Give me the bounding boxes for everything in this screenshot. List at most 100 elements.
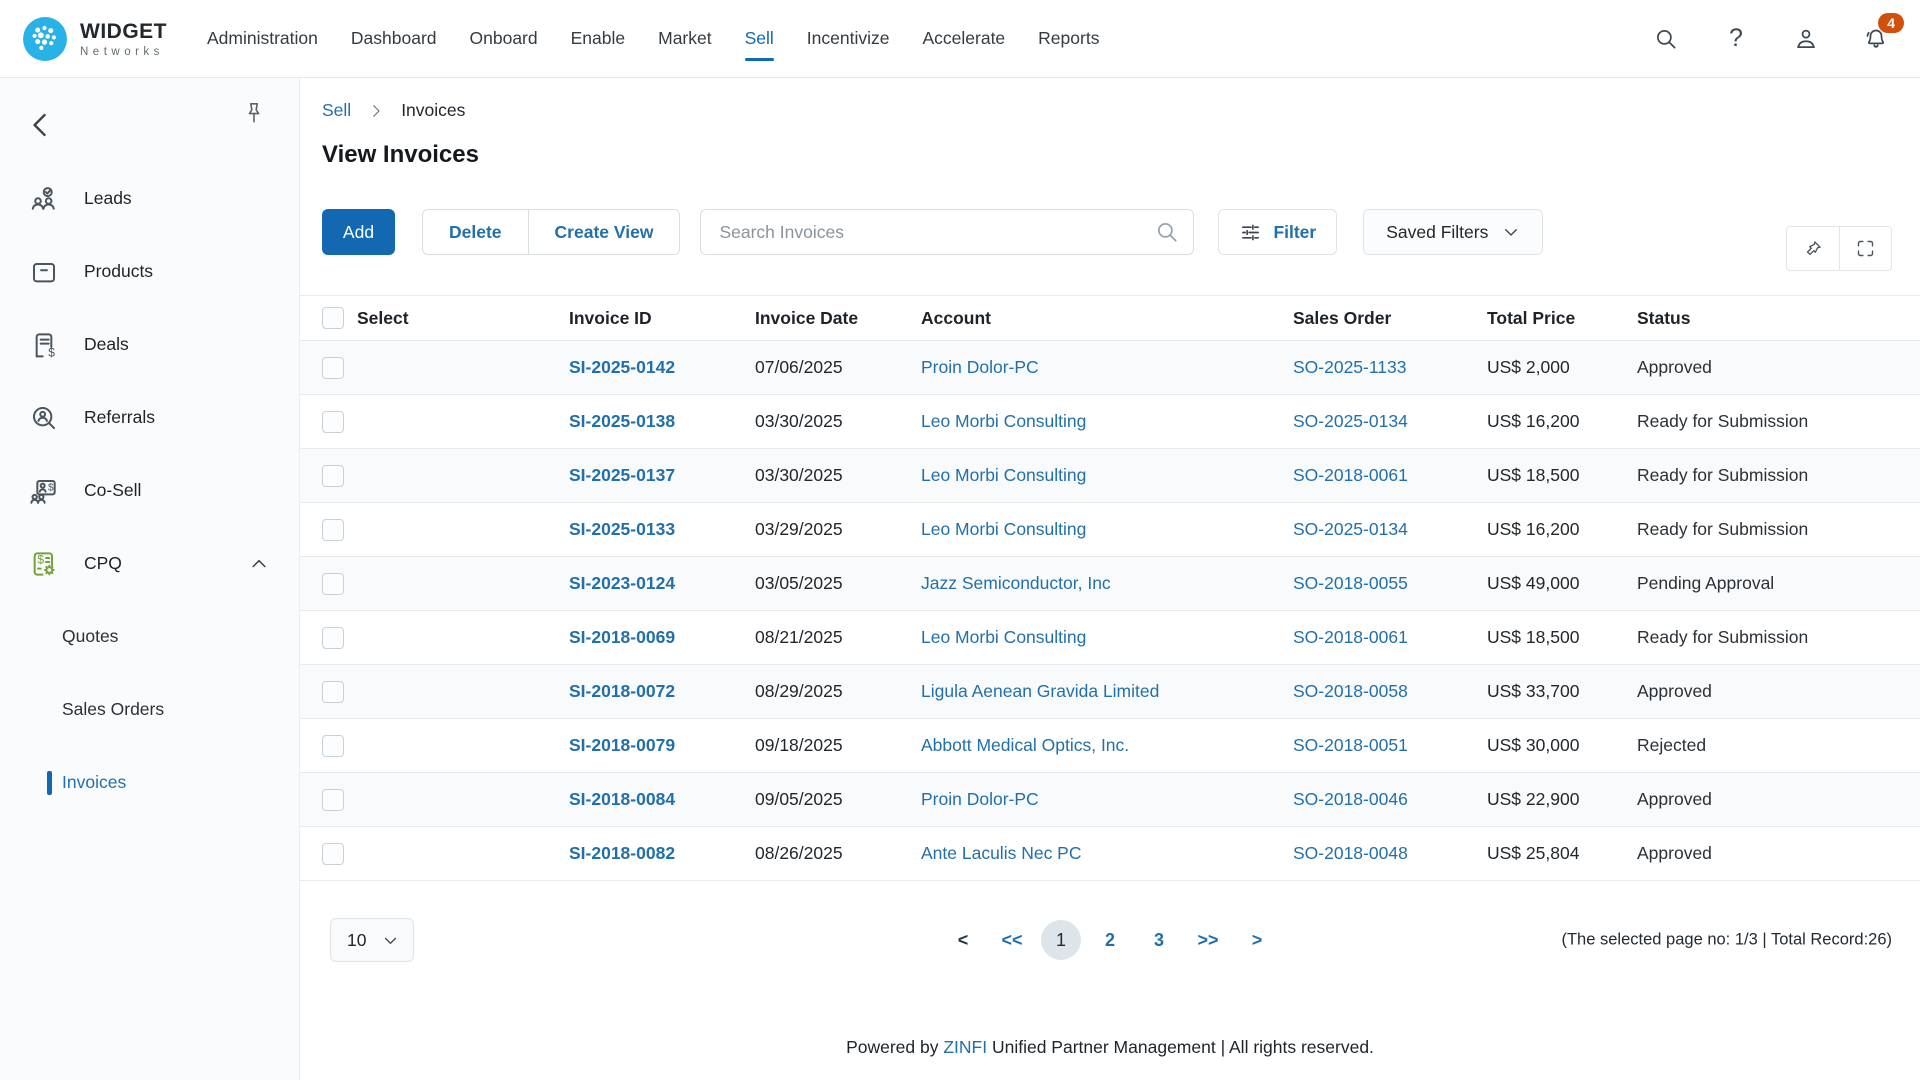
sidebar-item-products[interactable]: Products — [0, 235, 299, 308]
breadcrumb-parent[interactable]: Sell — [322, 100, 351, 121]
sidebar-subitem-quotes[interactable]: Quotes — [0, 600, 299, 673]
pager-button-last[interactable]: >> — [1188, 920, 1228, 960]
row-checkbox[interactable] — [322, 519, 344, 541]
cpq-icon: $ — [28, 548, 60, 580]
saved-filters-dropdown[interactable]: Saved Filters — [1363, 209, 1543, 255]
sales-order-link[interactable]: SO-2018-0058 — [1293, 681, 1408, 701]
invoices-table: Select Invoice ID Invoice Date Account S… — [300, 295, 1920, 881]
status: Ready for Submission — [1637, 627, 1920, 648]
pager-button-page-2[interactable]: 2 — [1090, 920, 1130, 960]
sales-order-link[interactable]: SO-2025-1133 — [1293, 357, 1407, 377]
invoice-id-link[interactable]: SI-2018-0082 — [569, 843, 675, 863]
invoice-id-link[interactable]: SI-2025-0142 — [569, 357, 675, 377]
pager-button-page-3[interactable]: 3 — [1139, 920, 1179, 960]
invoice-id-link[interactable]: SI-2018-0069 — [569, 627, 675, 647]
nav-item-dashboard[interactable]: Dashboard — [351, 22, 437, 55]
search-icon[interactable] — [1652, 25, 1680, 53]
nav-item-accelerate[interactable]: Accelerate — [922, 22, 1005, 55]
pagination: 10 <<<123>>> (The selected page no: 1/3 … — [300, 917, 1920, 963]
total-price: US$ 2,000 — [1487, 357, 1637, 378]
nav-item-onboard[interactable]: Onboard — [470, 22, 538, 55]
sidebar-subitem-invoices[interactable]: Invoices — [0, 746, 299, 819]
row-checkbox[interactable] — [322, 735, 344, 757]
nav-item-reports[interactable]: Reports — [1038, 22, 1099, 55]
pager-button-first[interactable]: << — [992, 920, 1032, 960]
help-icon[interactable]: ? — [1722, 25, 1750, 53]
sales-order-link[interactable]: SO-2025-0134 — [1293, 519, 1408, 539]
search-input-icon[interactable] — [1154, 219, 1180, 245]
sales-order-link[interactable]: SO-2025-0134 — [1293, 411, 1408, 431]
row-checkbox[interactable] — [322, 681, 344, 703]
nav-item-enable[interactable]: Enable — [571, 22, 626, 55]
row-checkbox[interactable] — [322, 573, 344, 595]
sidebar: Leads Products $ Deals Referrals $ Co-Se… — [0, 78, 300, 1080]
sidebar-item-cpq[interactable]: $ CPQ — [0, 527, 299, 600]
sales-order-link[interactable]: SO-2018-0048 — [1293, 843, 1408, 863]
invoice-id-link[interactable]: SI-2025-0133 — [569, 519, 675, 539]
sales-order-link[interactable]: SO-2018-0055 — [1293, 573, 1408, 593]
account-link[interactable]: Jazz Semiconductor, Inc — [921, 573, 1111, 593]
column-invoice-id: Invoice ID — [569, 308, 755, 329]
invoice-id-link[interactable]: SI-2025-0138 — [569, 411, 675, 431]
footer-zinfi-link[interactable]: ZINFI — [943, 1037, 987, 1057]
status: Pending Approval — [1637, 573, 1920, 594]
account-link[interactable]: Leo Morbi Consulting — [921, 627, 1086, 647]
svg-text:$: $ — [37, 552, 44, 566]
pager-button-prev[interactable]: < — [943, 920, 983, 960]
account-link[interactable]: Ligula Aenean Gravida Limited — [921, 681, 1159, 701]
sidebar-item-referrals[interactable]: Referrals — [0, 381, 299, 454]
row-checkbox[interactable] — [322, 789, 344, 811]
invoice-id-link[interactable]: SI-2018-0079 — [569, 735, 675, 755]
row-checkbox[interactable] — [322, 411, 344, 433]
sales-order-link[interactable]: SO-2018-0046 — [1293, 789, 1408, 809]
bell-icon[interactable]: 4 — [1862, 25, 1890, 53]
chevron-up-icon[interactable] — [249, 554, 269, 574]
invoice-id-link[interactable]: SI-2025-0137 — [569, 465, 675, 485]
nav-item-incentivize[interactable]: Incentivize — [807, 22, 890, 55]
account-link[interactable]: Proin Dolor-PC — [921, 789, 1039, 809]
invoice-id-link[interactable]: SI-2023-0124 — [569, 573, 675, 593]
pin-view-icon[interactable] — [1787, 227, 1839, 270]
account-link[interactable]: Leo Morbi Consulting — [921, 411, 1086, 431]
invoice-id-link[interactable]: SI-2018-0072 — [569, 681, 675, 701]
nav-item-market[interactable]: Market — [658, 22, 711, 55]
account-link[interactable]: Abbott Medical Optics, Inc. — [921, 735, 1129, 755]
sidebar-pin-icon[interactable] — [241, 100, 267, 126]
filter-button[interactable]: Filter — [1218, 209, 1337, 255]
fullscreen-icon[interactable] — [1839, 227, 1891, 270]
page-size-select[interactable]: 10 — [330, 918, 414, 962]
chevron-down-icon — [1502, 223, 1520, 241]
delete-button[interactable]: Delete — [423, 210, 528, 254]
account-link[interactable]: Ante Laculis Nec PC — [921, 843, 1082, 863]
sidebar-item-leads[interactable]: Leads — [0, 162, 299, 235]
account-link[interactable]: Leo Morbi Consulting — [921, 519, 1086, 539]
invoice-date: 03/30/2025 — [755, 465, 921, 486]
account-link[interactable]: Proin Dolor-PC — [921, 357, 1039, 377]
page-size-value: 10 — [347, 930, 366, 951]
nav-item-administration[interactable]: Administration — [207, 22, 318, 55]
sales-order-link[interactable]: SO-2018-0051 — [1293, 735, 1408, 755]
pager-current-page[interactable]: 1 — [1041, 920, 1081, 960]
create-view-button[interactable]: Create View — [528, 210, 680, 254]
row-checkbox[interactable] — [322, 843, 344, 865]
search-input[interactable] — [700, 209, 1194, 255]
footer: Powered by ZINFI Unified Partner Managem… — [300, 1037, 1920, 1058]
row-checkbox[interactable] — [322, 357, 344, 379]
add-button[interactable]: Add — [322, 209, 395, 255]
account-link[interactable]: Leo Morbi Consulting — [921, 465, 1086, 485]
row-checkbox[interactable] — [322, 465, 344, 487]
invoice-date: 08/26/2025 — [755, 843, 921, 864]
user-icon[interactable] — [1792, 25, 1820, 53]
column-select: Select — [357, 308, 409, 329]
invoice-id-link[interactable]: SI-2018-0084 — [569, 789, 675, 809]
sidebar-item-co-sell[interactable]: $ Co-Sell — [0, 454, 299, 527]
row-checkbox[interactable] — [322, 627, 344, 649]
sidebar-item-deals[interactable]: $ Deals — [0, 308, 299, 381]
sidebar-collapse-icon[interactable] — [24, 108, 58, 142]
select-all-checkbox[interactable] — [322, 307, 344, 329]
sidebar-subitem-sales-orders[interactable]: Sales Orders — [0, 673, 299, 746]
sales-order-link[interactable]: SO-2018-0061 — [1293, 627, 1408, 647]
sales-order-link[interactable]: SO-2018-0061 — [1293, 465, 1408, 485]
pager-button-next[interactable]: > — [1237, 920, 1277, 960]
nav-item-sell[interactable]: Sell — [745, 22, 774, 55]
